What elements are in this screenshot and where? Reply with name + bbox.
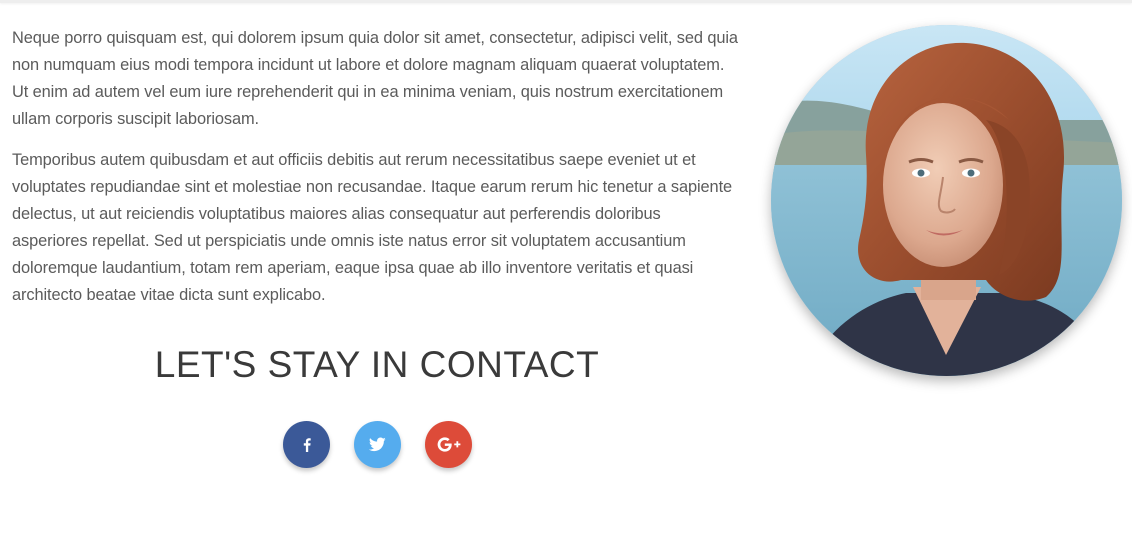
twitter-button[interactable] bbox=[354, 421, 401, 468]
google-plus-icon bbox=[437, 437, 461, 452]
profile-photo bbox=[771, 25, 1122, 376]
google-plus-button[interactable] bbox=[425, 421, 472, 468]
twitter-icon bbox=[369, 437, 386, 452]
about-text: Neque porro quisquam est, qui dolorem ip… bbox=[12, 25, 740, 323]
top-divider bbox=[0, 0, 1132, 3]
about-paragraph-1: Neque porro quisquam est, qui dolorem ip… bbox=[12, 29, 738, 128]
social-links bbox=[283, 421, 472, 468]
facebook-icon bbox=[299, 437, 315, 453]
about-paragraph-2: Temporibus autem quibusdam et aut offici… bbox=[12, 151, 733, 304]
facebook-button[interactable] bbox=[283, 421, 330, 468]
contact-heading: LET'S STAY IN CONTACT bbox=[154, 344, 600, 385]
